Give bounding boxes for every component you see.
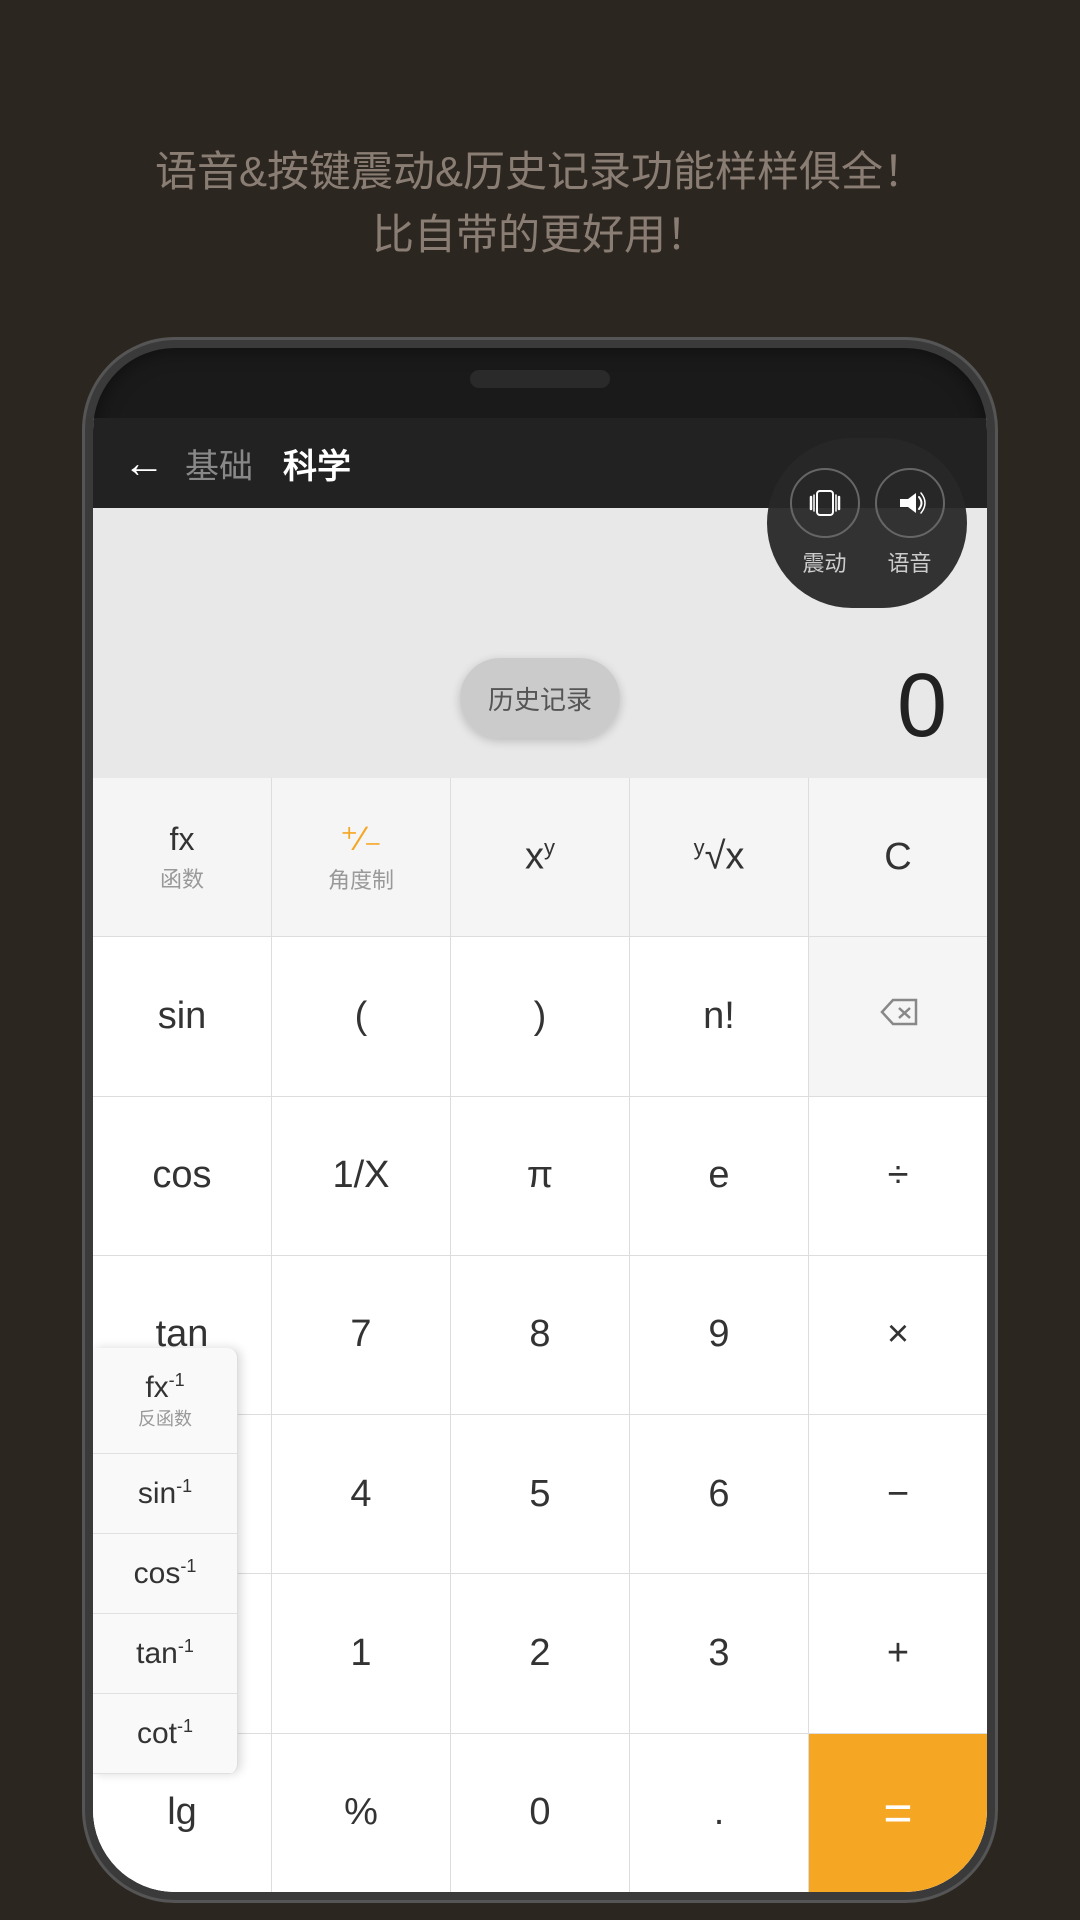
side-item-sin-inv[interactable]: sin-1 (93, 1454, 237, 1534)
tab-basic[interactable]: 基础 (185, 439, 253, 488)
cot-inv-text: cot-1 (137, 1716, 193, 1751)
display-value: 0 (897, 655, 947, 758)
key-row-1: fx 函数 ⁺∕₋ 角度制 xy y√x C (93, 778, 987, 937)
vibrate-icon (790, 468, 860, 538)
vibrate-option[interactable]: 震动 (790, 468, 860, 578)
promo-line2: 比自带的更好用！ (60, 203, 1020, 266)
back-button[interactable]: ← (123, 439, 165, 487)
key-1[interactable]: 1 (272, 1574, 451, 1732)
side-panel-arrow (237, 1547, 238, 1575)
key-lparen[interactable]: ( (272, 937, 451, 1095)
key-reciprocal[interactable]: 1/X (272, 1097, 451, 1255)
phone-inner: ← 基础 科学 震动 (93, 418, 987, 1892)
tab-science[interactable]: 科学 (283, 439, 351, 488)
voice-label: 语音 (887, 546, 931, 578)
voice-option[interactable]: 语音 (875, 468, 945, 578)
phone-speaker (470, 370, 610, 388)
fx-inv-text: fx-1 (145, 1370, 184, 1405)
key-row-3: cos 1/X π e ÷ (93, 1097, 987, 1256)
key-pi[interactable]: π (451, 1097, 630, 1255)
key-7[interactable]: 7 (272, 1256, 451, 1414)
side-panel: fx-1 反函数 sin-1 cos-1 tan-1 cot-1 (93, 1348, 238, 1774)
key-e[interactable]: e (630, 1097, 809, 1255)
sin-inv-text: sin-1 (138, 1476, 192, 1511)
voice-icon (875, 468, 945, 538)
key-equals[interactable]: = (809, 1734, 987, 1892)
key-2[interactable]: 2 (451, 1574, 630, 1732)
key-3[interactable]: 3 (630, 1574, 809, 1732)
key-4[interactable]: 4 (272, 1415, 451, 1573)
promo-line1: 语音&按键震动&历史记录功能样样俱全！ (60, 140, 1020, 203)
key-backspace[interactable] (809, 937, 987, 1095)
key-6[interactable]: 6 (630, 1415, 809, 1573)
side-item-tan-inv[interactable]: tan-1 (93, 1614, 237, 1694)
key-subtract[interactable]: − (809, 1415, 987, 1573)
key-root[interactable]: y√x (630, 778, 809, 936)
key-cos[interactable]: cos (93, 1097, 272, 1255)
side-item-cot-inv[interactable]: cot-1 (93, 1694, 237, 1774)
history-button[interactable]: 历史记录 (460, 658, 620, 738)
float-menu: 震动 语音 (767, 438, 967, 608)
key-0[interactable]: 0 (451, 1734, 630, 1892)
key-9[interactable]: 9 (630, 1256, 809, 1414)
key-row-2: sin ( ) n! (93, 937, 987, 1096)
key-sin[interactable]: sin (93, 937, 272, 1095)
key-factorial[interactable]: n! (630, 937, 809, 1095)
phone-frame: ← 基础 科学 震动 (85, 340, 995, 1900)
fx-inv-sub: 反函数 (138, 1405, 192, 1431)
key-divide[interactable]: ÷ (809, 1097, 987, 1255)
cos-inv-text: cos-1 (134, 1556, 197, 1591)
key-angle[interactable]: ⁺∕₋ 角度制 (272, 778, 451, 936)
tan-inv-text: tan-1 (136, 1636, 194, 1671)
vibrate-label: 震动 (802, 546, 846, 578)
key-8[interactable]: 8 (451, 1256, 630, 1414)
key-power[interactable]: xy (451, 778, 630, 936)
key-multiply[interactable]: × (809, 1256, 987, 1414)
key-clear[interactable]: C (809, 778, 987, 936)
key-add[interactable]: + (809, 1574, 987, 1732)
side-item-fx-inv[interactable]: fx-1 反函数 (93, 1348, 237, 1454)
side-item-cos-inv[interactable]: cos-1 (93, 1534, 237, 1614)
key-5[interactable]: 5 (451, 1415, 630, 1573)
key-rparen[interactable]: ) (451, 937, 630, 1095)
key-fx[interactable]: fx 函数 (93, 778, 272, 936)
key-percent[interactable]: % (272, 1734, 451, 1892)
promo-text: 语音&按键震动&历史记录功能样样俱全！ 比自带的更好用！ (0, 140, 1080, 266)
key-dot[interactable]: . (630, 1734, 809, 1892)
